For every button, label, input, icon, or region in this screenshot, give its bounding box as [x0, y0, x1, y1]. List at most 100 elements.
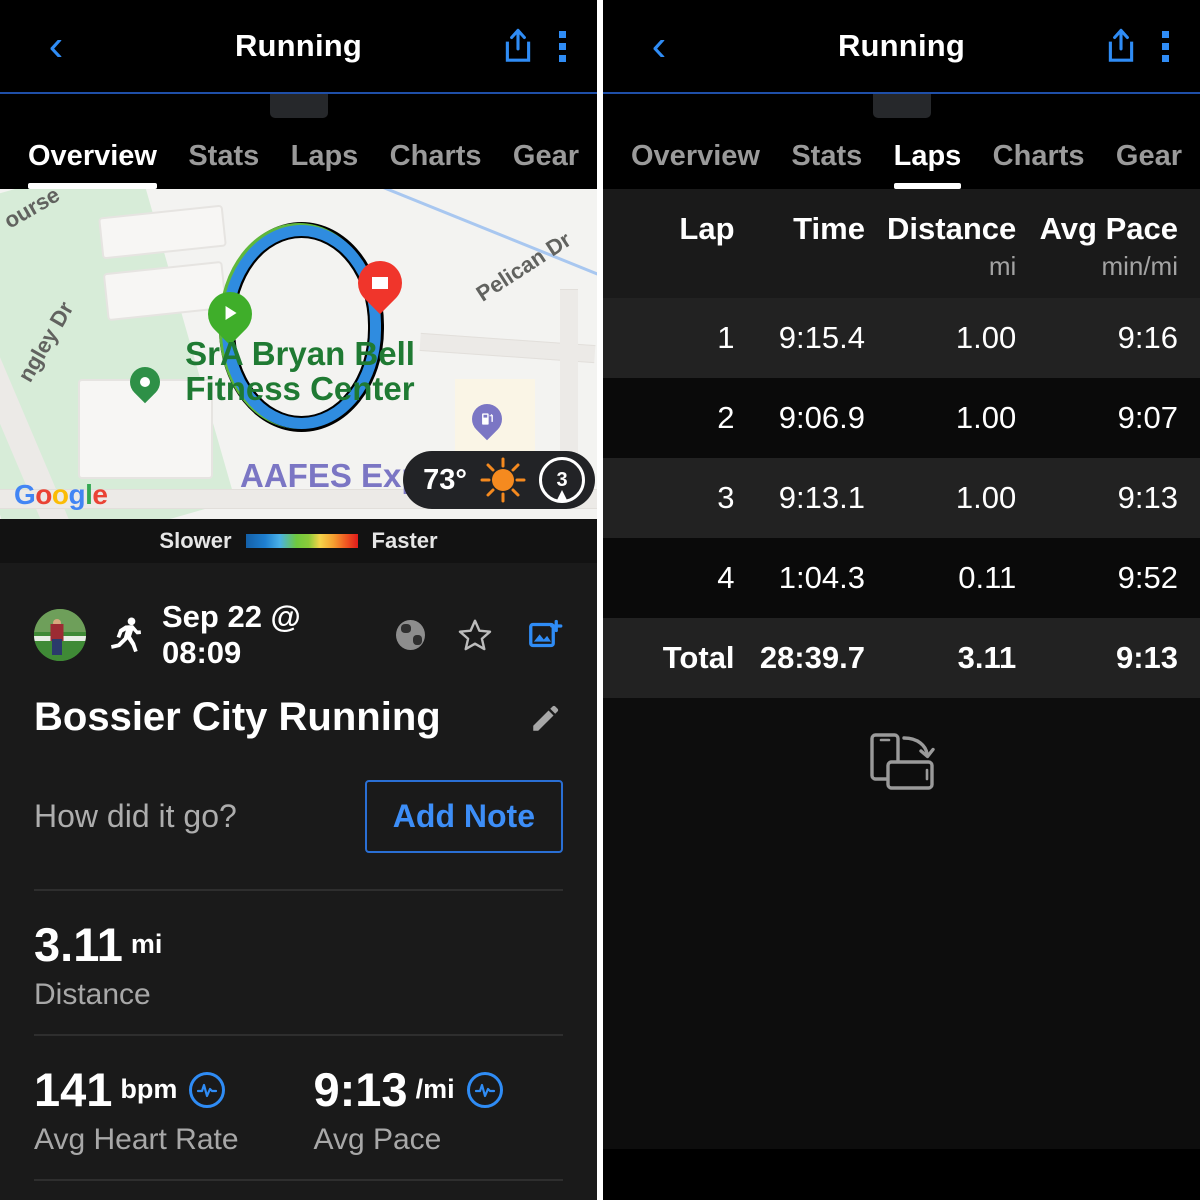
lap-number: 4 — [717, 560, 735, 595]
gas-station-icon[interactable] — [465, 397, 509, 441]
activity-title-row: Bossier City Running — [34, 671, 563, 740]
table-row[interactable]: 3 9:13.1 1.00 9:13 — [603, 458, 1200, 538]
tab-charts-label: Charts — [389, 140, 482, 172]
stat-hr-value: 141 — [34, 1063, 113, 1116]
tab-laps[interactable]: Laps — [291, 140, 359, 189]
place-marker-icon[interactable] — [123, 360, 167, 404]
tab-gear-right[interactable]: Gear — [1116, 140, 1182, 189]
tab-overview-label: Overview — [28, 140, 157, 172]
tab-bar-right: Overview Stats Laps Charts Gear — [603, 94, 1200, 189]
tab-active-underline-right — [893, 183, 962, 189]
table-row[interactable]: 1 9:15.4 1.00 9:16 — [603, 298, 1200, 378]
tab-overview-label-right: Overview — [631, 140, 760, 172]
wind-dial-icon: 3 — [539, 457, 585, 503]
map-label-aafes: AAFES Exp — [240, 457, 422, 494]
note-row: How did it go? Add Note — [34, 740, 563, 891]
lap-time: 9:15.4 — [778, 320, 865, 355]
app-header-bar: ‹ Running — [0, 0, 597, 92]
more-vertical-icon-right[interactable] — [1160, 30, 1170, 62]
google-attribution: Google — [14, 479, 108, 510]
running-icon — [104, 614, 144, 656]
wind-direction-needle — [556, 490, 568, 502]
laps-table-header: Lap Time Distance mi Avg Pace min/mi — [603, 189, 1200, 298]
pace-graph-icon[interactable] — [466, 1071, 503, 1108]
column-header-lap: Lap — [679, 211, 735, 246]
tab-stats-label: Stats — [188, 140, 260, 172]
right-phone-screen: ‹ Running Overview Stats Laps Charts Gea… — [603, 0, 1200, 1200]
tab-charts-label-right: Charts — [992, 140, 1085, 172]
stat-distance: 3.11 mi Distance — [34, 917, 563, 1012]
tab-overview[interactable]: Overview — [28, 140, 157, 189]
add-photo-icon[interactable] — [527, 617, 563, 653]
fitness-center-line1: SrA Bryan Bell — [185, 335, 415, 372]
note-prompt: How did it go? — [34, 798, 237, 834]
tab-gear[interactable]: Gear — [513, 140, 579, 189]
stop-pin-icon[interactable] — [348, 251, 412, 315]
stat-pace-value: 9:13 — [313, 1063, 408, 1116]
stat-distance-value: 3.11 — [34, 918, 123, 971]
tab-laps-label: Laps — [290, 140, 359, 172]
table-row[interactable]: 2 9:06.9 1.00 9:07 — [603, 378, 1200, 458]
lap-number: 2 — [717, 400, 735, 435]
share-icon-right[interactable] — [1104, 27, 1138, 65]
laps-table-body: 1 9:15.4 1.00 9:16 2 9:06.9 1.00 9:07 3 … — [603, 298, 1200, 1149]
globe-icon[interactable] — [396, 620, 425, 650]
tab-notch — [269, 94, 328, 118]
tab-gear-label: Gear — [512, 140, 579, 172]
lap-pace: 9:13 — [1117, 480, 1178, 515]
tab-charts[interactable]: Charts — [390, 140, 482, 189]
tab-charts-right[interactable]: Charts — [993, 140, 1085, 189]
tab-gear-label-right: Gear — [1115, 140, 1182, 172]
sun-icon — [479, 456, 527, 504]
start-pin-icon[interactable] — [198, 282, 262, 346]
lap-pace: 9:16 — [1117, 320, 1178, 355]
lap-distance: 0.11 — [958, 560, 1017, 595]
weather-badge[interactable]: 73° 3 — [403, 451, 595, 509]
total-pace: 9:13 — [1115, 640, 1178, 675]
star-icon[interactable] — [457, 617, 493, 653]
lap-time: 9:13.1 — [778, 480, 865, 515]
lap-pace: 9:52 — [1117, 560, 1178, 595]
app-header-bar-right: ‹ Running — [603, 0, 1200, 92]
speed-legend: Slower Faster — [0, 519, 597, 563]
lap-number: 1 — [717, 320, 735, 355]
stat-distance-label: Distance — [34, 978, 151, 1011]
wind-speed-value: 3 — [556, 468, 568, 491]
stat-hr-label: Avg Heart Rate — [34, 1123, 239, 1156]
stat-avg-heart-rate: 141 bpm Avg Heart Rate — [34, 1062, 284, 1157]
tab-laps-right[interactable]: Laps — [893, 140, 962, 189]
table-row[interactable]: 4 1:04.3 0.11 9:52 — [603, 538, 1200, 618]
user-avatar[interactable] — [34, 609, 86, 661]
stat-hr-unit: bpm — [120, 1074, 178, 1104]
add-note-button[interactable]: Add Note — [364, 780, 563, 853]
legend-gradient-bar — [245, 534, 358, 548]
column-header-avg-pace: Avg Pace — [1039, 211, 1178, 246]
back-chevron-icon-right[interactable]: ‹ — [633, 24, 685, 68]
lap-distance: 1.00 — [955, 480, 1017, 515]
legend-slower-label: Slower — [159, 528, 232, 553]
column-subheader-avg-pace: min/mi — [1101, 251, 1178, 281]
lap-time: 9:06.9 — [778, 400, 865, 435]
heart-rate-graph-icon[interactable] — [189, 1071, 226, 1108]
lap-number: 3 — [717, 480, 735, 515]
tab-stats-right[interactable]: Stats — [791, 140, 862, 189]
fitness-center-line2: Fitness Center — [185, 369, 415, 407]
activity-meta-row: Sep 22 @ 08:09 — [34, 563, 563, 671]
tab-stats[interactable]: Stats — [188, 140, 259, 189]
more-vertical-icon[interactable] — [557, 30, 567, 62]
tab-notch-right — [872, 94, 931, 118]
column-header-time: Time — [793, 211, 865, 246]
route-map[interactable]: ourse ngley Dr Pelican Dr SrA Bryan Bell… — [0, 189, 597, 519]
total-distance: 3.11 — [957, 640, 1017, 675]
stat-avg-pace: 9:13 /mi Avg Pace — [284, 1062, 564, 1157]
share-icon[interactable] — [501, 27, 535, 65]
column-header-distance: Distance — [887, 211, 1017, 246]
stat-pace-label: Avg Pace — [313, 1123, 442, 1156]
pencil-icon[interactable] — [529, 701, 563, 735]
back-chevron-icon[interactable]: ‹ — [30, 24, 82, 68]
table-row-total: Total 28:39.7 3.11 9:13 — [603, 618, 1200, 698]
legend-faster-label: Faster — [371, 528, 438, 553]
tab-overview-right[interactable]: Overview — [631, 140, 760, 189]
activity-date: Sep 22 @ 08:09 — [162, 599, 301, 670]
rotate-device-icon — [864, 730, 940, 792]
